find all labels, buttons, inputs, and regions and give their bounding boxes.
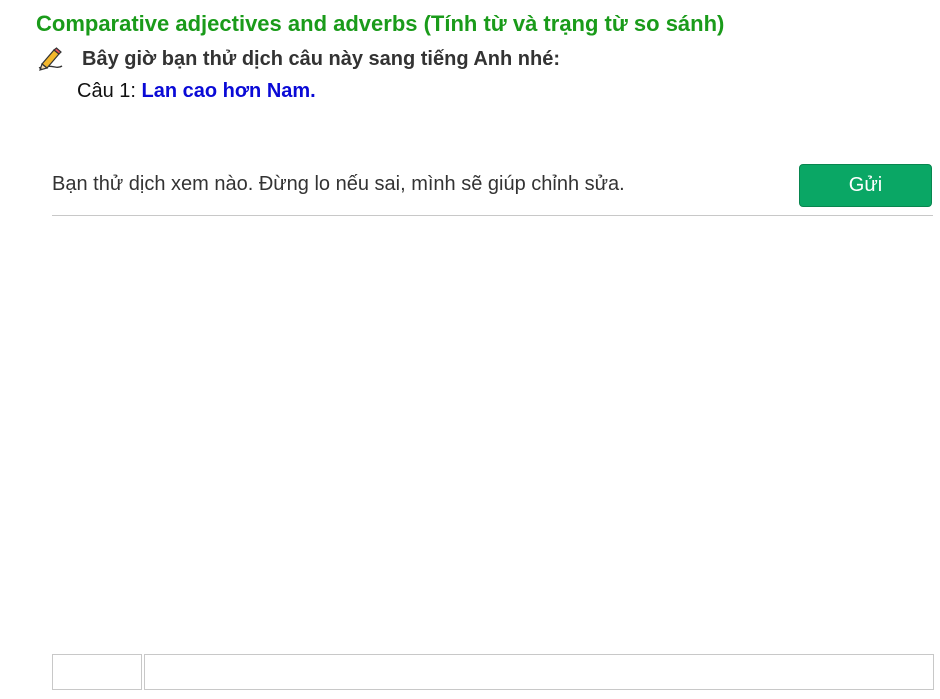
question-sentence: Lan cao hơn Nam. [141, 80, 316, 102]
lesson-title: Comparative adjectives and adverbs (Tính… [36, 11, 725, 36]
instruction-row: Bây giờ bạn thử dịch câu này sang tiếng … [36, 46, 560, 72]
instruction-text: Bây giờ bạn thử dịch câu này sang tiếng … [82, 47, 561, 70]
question: Câu 1: Lan cao hơn Nam. [77, 80, 316, 103]
bottom-box-large [144, 654, 934, 690]
translation-input[interactable] [52, 162, 788, 206]
bottom-box-small [52, 654, 142, 690]
input-underline [52, 215, 933, 216]
send-button[interactable]: Gửi [799, 164, 932, 207]
pencil-writing-icon [36, 47, 64, 71]
question-label: Câu 1: [77, 80, 142, 102]
